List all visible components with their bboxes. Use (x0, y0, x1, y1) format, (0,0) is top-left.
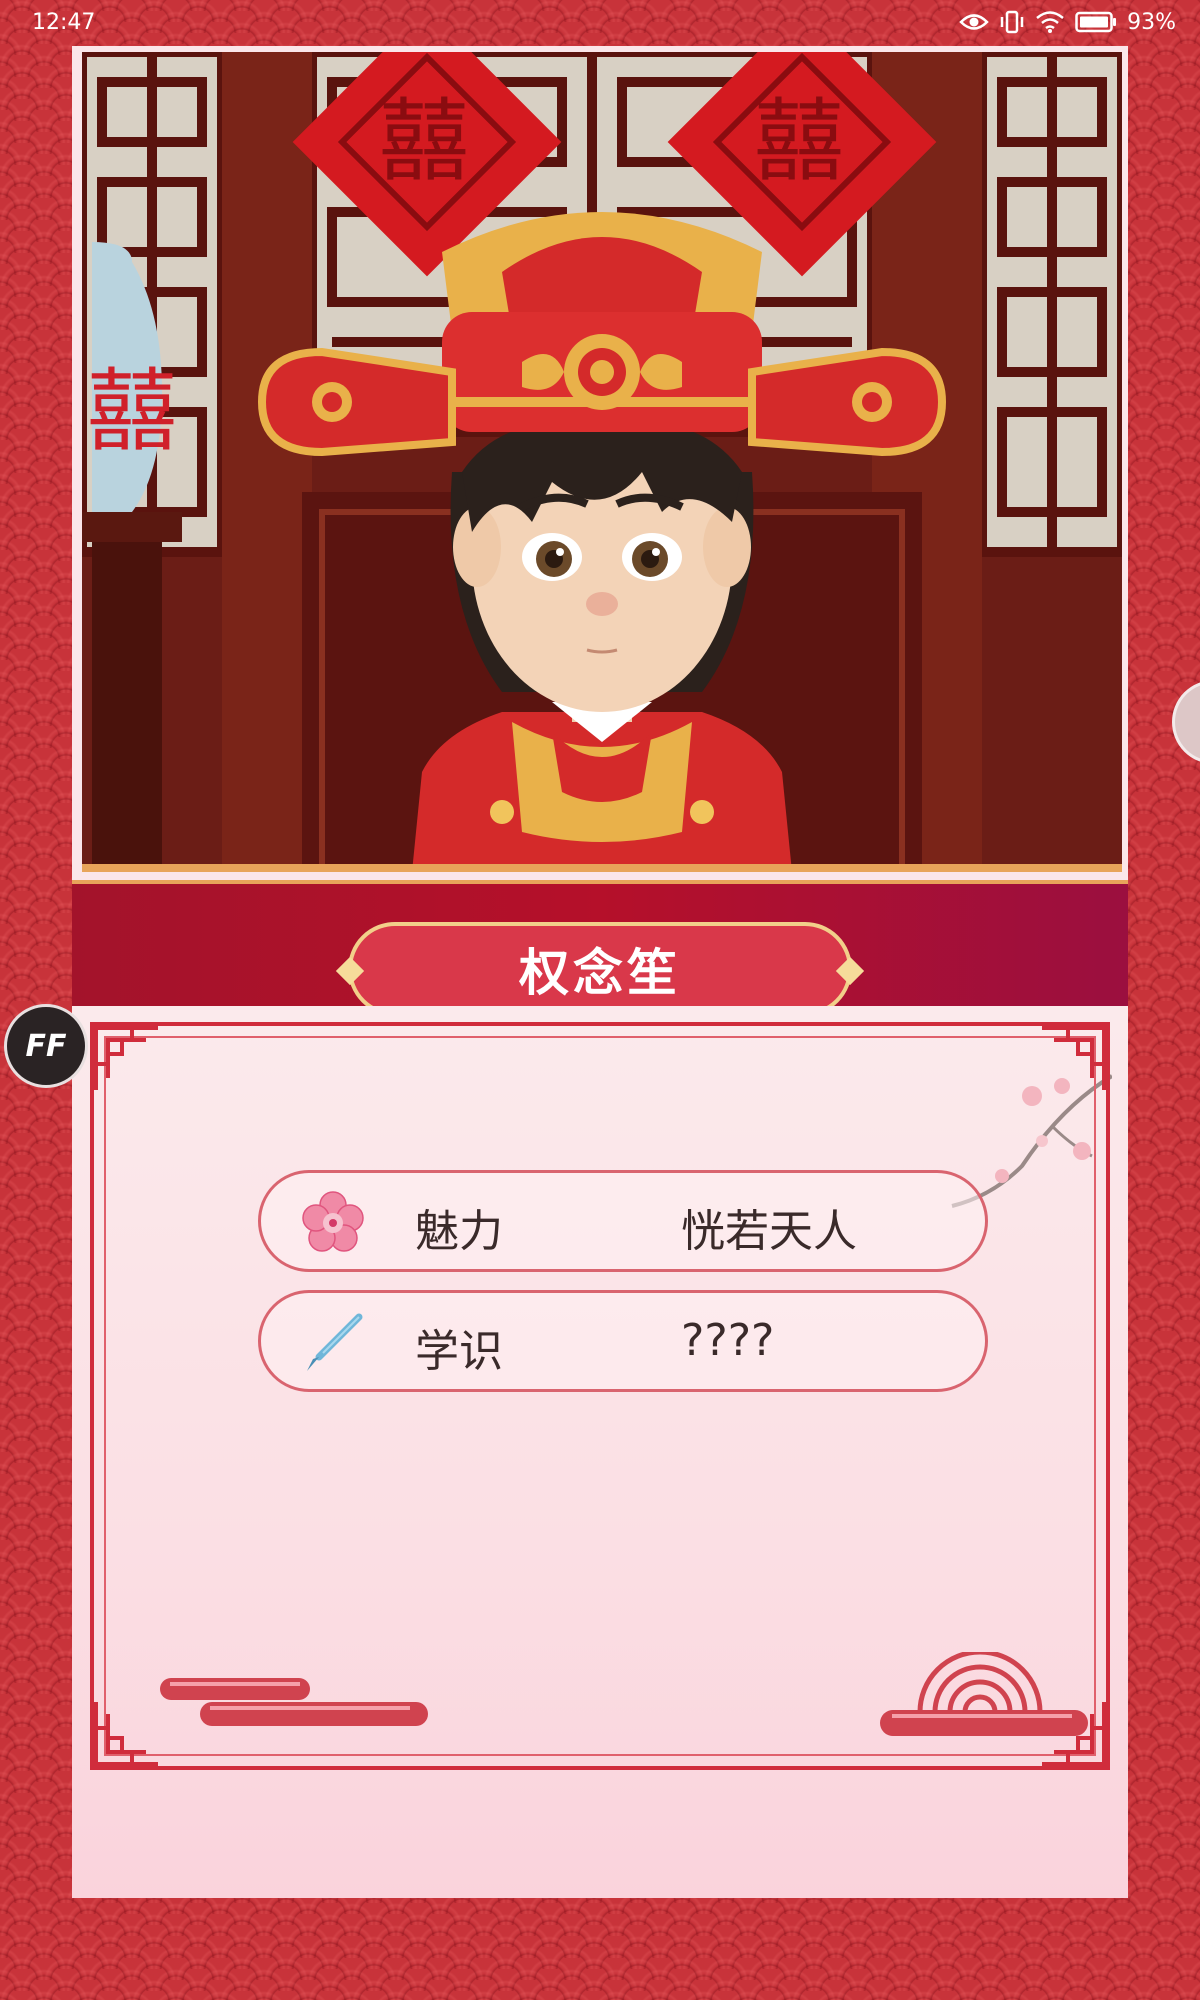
svg-text:囍: 囍 (754, 89, 844, 194)
stat-value-knowledge: ???? (681, 1315, 775, 1366)
wifi-icon (1036, 11, 1064, 33)
floating-ff-button[interactable]: FF (4, 1004, 88, 1088)
vibrate-icon (1000, 10, 1024, 34)
writing-brush-icon (307, 1313, 363, 1371)
frame-corner-icon (1042, 1026, 1106, 1090)
side-handle[interactable] (1172, 680, 1200, 764)
name-band: 权念笙 (72, 880, 1128, 1016)
stat-value-charm: 恍若天人 (681, 1206, 857, 1257)
battery-icon (1075, 11, 1117, 33)
stat-row-knowledge: 学识 ???? (258, 1290, 988, 1392)
stat-label-charm: 魅力 (415, 1206, 503, 1257)
status-time: 12:47 (32, 9, 96, 35)
plate-diamond-right (835, 956, 865, 986)
svg-text:囍: 囍 (87, 359, 177, 464)
cloud-scroll-decoration-left (160, 1678, 428, 1726)
character-name-plate: 权念笙 (335, 922, 865, 1016)
stat-label-knowledge: 学识 (415, 1326, 503, 1377)
eye-icon (959, 14, 989, 30)
ornamental-frame: 魅力 恍若天人 学识 ???? (90, 1022, 1110, 1770)
status-bar: 12:47 93% (0, 0, 1200, 44)
character-name: 权念笙 (519, 944, 681, 1002)
frame-corner-icon (94, 1026, 158, 1090)
plum-blossom-icon (302, 1191, 364, 1252)
stat-row-charm: 魅力 恍若天人 (258, 1170, 988, 1272)
character-card: 囍 囍 囍 权念笙 魅力 恍若天人 学识 ???? (72, 46, 1128, 1898)
svg-text:囍: 囍 (379, 89, 469, 194)
plate-diamond-left (335, 956, 365, 986)
frame-corner-icon (94, 1702, 158, 1766)
character-portrait: 囍 囍 囍 (82, 52, 1122, 872)
battery-percent: 93% (1127, 9, 1176, 35)
attributes-panel: 魅力 恍若天人 学识 ???? (72, 1006, 1128, 1898)
lattice-window-right (977, 52, 1122, 557)
ornamental-frame-inner (104, 1036, 1096, 1756)
status-icons: 93% (959, 9, 1176, 35)
cloud-scroll-decoration-right (880, 1652, 1088, 1736)
